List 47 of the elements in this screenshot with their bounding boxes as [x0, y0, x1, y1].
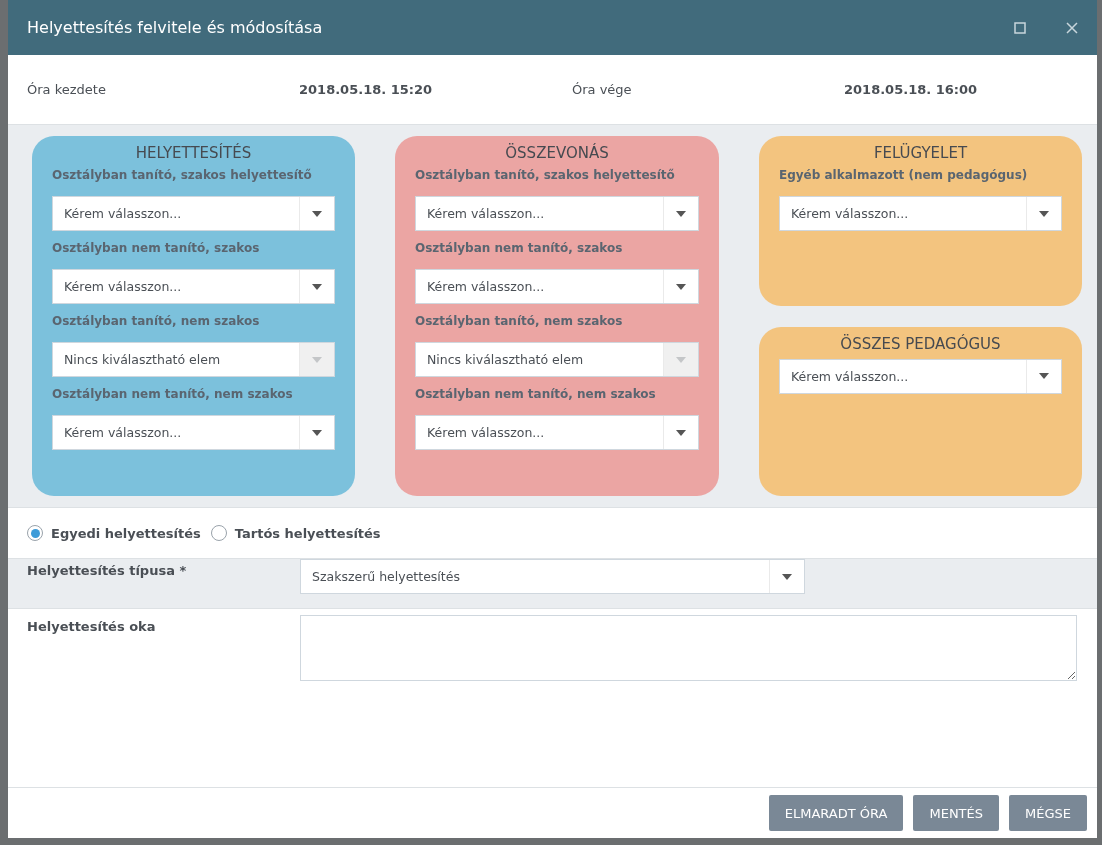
caret-icon — [676, 429, 686, 436]
time-value: 2018.05.18. 16:00 — [844, 82, 979, 97]
panel-title: HELYETTESÍTÉS — [134, 144, 253, 162]
field-label: Osztályban nem tanító, szakos — [415, 241, 624, 255]
field-label: Egyéb alkalmazott (nem pedagógus) — [779, 168, 1029, 182]
time-value: 2018.05.18. 15:20 — [299, 82, 434, 97]
caret-icon — [312, 356, 322, 363]
select-field[interactable]: Kérem válasszon... — [779, 196, 1062, 231]
caret-icon — [312, 283, 322, 290]
panel-title: ÖSSZES PEDAGÓGUS — [839, 334, 1002, 353]
field-label: Osztályban tanító, nem szakos — [52, 314, 261, 328]
select-field[interactable]: Kérem válasszon... — [415, 196, 699, 231]
field-label: Osztályban nem tanító, nem szakos — [415, 387, 657, 401]
field-label: Helyettesítés típusa * — [27, 562, 188, 580]
select-field[interactable]: Szakszerű helyettesítés — [300, 559, 805, 594]
caret-icon — [1039, 373, 1049, 379]
action-button[interactable]: MÉGSE — [1009, 795, 1087, 831]
maximize-icon[interactable] — [1014, 21, 1026, 34]
select-field[interactable]: Kérem válasszon... — [52, 269, 335, 304]
select-field[interactable]: Kérem válasszon... — [779, 358, 1062, 394]
action-button[interactable]: ELMARADT ÓRA — [768, 795, 904, 831]
caret-icon — [676, 283, 686, 290]
time-label: Óra vége — [572, 82, 633, 97]
caret-icon — [676, 356, 686, 363]
field-label: Osztályban tanító, nem szakos — [415, 314, 624, 328]
panel-title: FELÜGYELET — [872, 144, 969, 162]
field-label: Osztályban tanító, szakos helyettesítő — [52, 168, 313, 182]
field-label: Helyettesítés oka — [27, 618, 157, 636]
field-label: Osztályban nem tanító, nem szakos — [52, 387, 294, 401]
time-label: Óra kezdete — [27, 82, 107, 97]
caret-icon — [1039, 210, 1049, 217]
close-icon[interactable] — [1066, 21, 1078, 34]
radio-button[interactable] — [27, 525, 43, 541]
caret-icon — [676, 210, 686, 217]
radio-button[interactable] — [210, 525, 227, 541]
select-field[interactable]: Kérem válasszon... — [52, 415, 335, 450]
select-field[interactable]: Kérem válasszon... — [415, 269, 699, 304]
select-field[interactable]: Kérem válasszon... — [52, 196, 335, 231]
caret-icon — [312, 210, 322, 217]
action-button[interactable]: MENTÉS — [913, 795, 999, 831]
window-title: Helyettesítés felvitele és módosítása — [27, 18, 323, 37]
caret-icon — [782, 573, 792, 580]
field-label: Osztályban tanító, szakos helyettesítő — [415, 168, 676, 182]
panel-title: ÖSSZEVONÁS — [504, 144, 610, 162]
caret-icon — [312, 429, 322, 436]
select-field[interactable]: Kérem válasszon... — [415, 415, 699, 450]
field-label: Osztályban nem tanító, szakos — [52, 241, 261, 255]
